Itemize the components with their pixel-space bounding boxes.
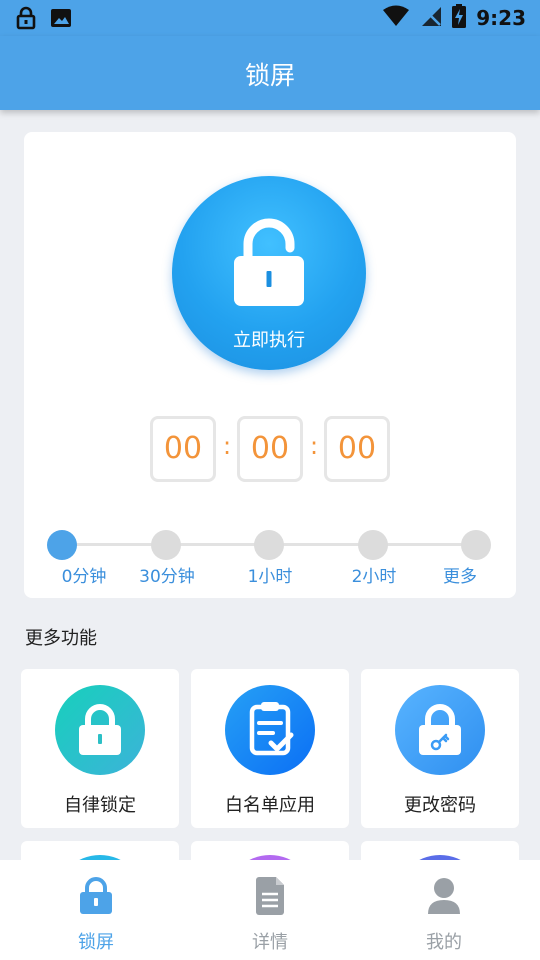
status-bar-left [16,6,72,34]
slider-stop-2-hours[interactable] [358,530,388,560]
nav-label: 锁屏 [78,932,114,953]
unlock-icon [234,218,304,306]
timer-separator: : [223,432,232,460]
document-icon [256,877,284,915]
nav-label: 详情 [252,932,288,953]
feature-label: 白名单应用 [225,795,315,816]
timer-hours: 00 [150,416,216,482]
execute-lock-button[interactable]: 立即执行 [172,176,366,370]
feature-change-password[interactable]: 更改密码 [361,669,519,828]
slider-label[interactable]: 0分钟 [62,562,107,587]
feature-label: 自律锁定 [64,795,136,816]
status-time: 9:23 [476,6,526,30]
no-signal-icon [420,5,442,31]
status-bar: 9:23 [0,0,540,36]
clipboard-check-icon [225,685,315,775]
slider-stop-0-min[interactable] [47,530,77,560]
lock-icon [55,685,145,775]
status-bar-right: 9:23 [382,4,526,32]
lock-key-icon [395,685,485,775]
lock-status-icon [16,6,36,34]
duration-slider[interactable]: 0分钟 30分钟 1小时 2小时 更多 [24,528,516,588]
nav-label: 我的 [426,932,462,953]
bottom-navigation: 锁屏 详情 我的 [0,860,540,960]
feature-self-discipline-lock[interactable]: 自律锁定 [21,669,179,828]
slider-stop-more[interactable] [461,530,491,560]
lock-icon [80,877,112,914]
timer-seconds: 00 [324,416,390,482]
slider-label[interactable]: 2小时 [352,562,397,587]
execute-lock-label: 立即执行 [233,330,305,351]
nav-tab-mine[interactable]: 我的 [354,860,534,960]
page-title: 锁屏 [244,61,295,90]
more-features-title: 更多功能 [25,628,97,649]
feature-whitelist-apps[interactable]: 白名单应用 [191,669,349,828]
battery-charging-icon [452,4,467,32]
slider-stop-1-hour[interactable] [254,530,284,560]
feature-label: 更改密码 [404,795,476,816]
nav-tab-details[interactable]: 详情 [180,860,360,960]
slider-label[interactable]: 30分钟 [139,562,195,587]
timer-minutes: 00 [237,416,303,482]
nav-tab-lock[interactable]: 锁屏 [6,860,186,960]
user-icon [428,878,460,914]
slider-label[interactable]: 1小时 [248,562,293,587]
slider-label[interactable]: 更多 [443,562,477,587]
timer-separator: : [310,432,319,460]
lock-card: 立即执行 00 : 00 : 00 0分钟 30分钟 1小时 2小时 更多 [24,132,516,598]
slider-stop-30-min[interactable] [151,530,181,560]
wifi-icon [382,5,410,31]
app-bar: 锁屏 [0,36,540,110]
countdown-timer: 00 : 00 : 00 [24,416,516,484]
image-status-icon [50,7,72,33]
